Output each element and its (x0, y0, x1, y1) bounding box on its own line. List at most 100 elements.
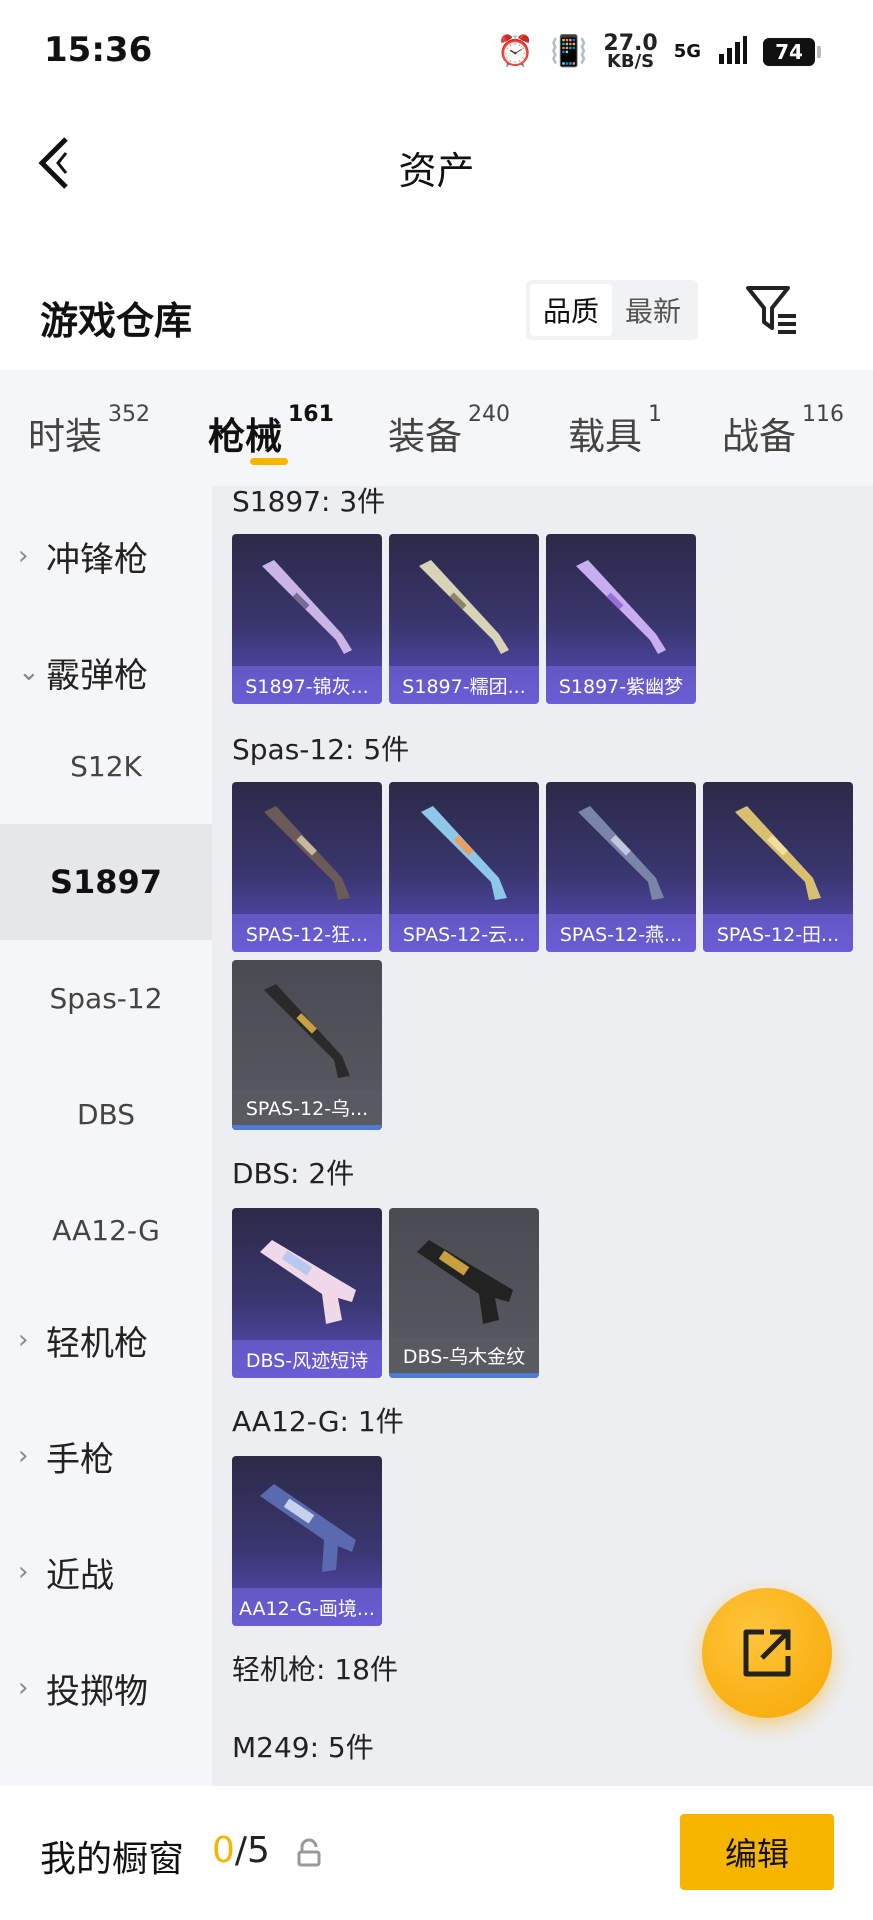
tab-count: 116 (802, 402, 844, 427)
sidebar-group-throwables[interactable]: › 投掷物 (0, 1658, 212, 1718)
sidebar-group-shotgun[interactable]: ⌄ 霰弹枪 (0, 642, 212, 702)
sidebar-item-spas12[interactable]: Spas-12 (0, 940, 212, 1056)
weapon-card[interactable]: SPAS-12-云... (389, 782, 539, 952)
speed-unit: KB/S (606, 50, 655, 72)
showcase-label: 我的橱窗 (40, 1839, 185, 1880)
tab-count: 352 (108, 402, 150, 427)
sidebar-group-label: 近战 (46, 1555, 114, 1596)
weapon-card[interactable]: S1897-锦灰... (232, 534, 382, 704)
tab-vehicles[interactable]: 载具1 (568, 402, 662, 460)
group-title: Spas-12: 5件 (232, 733, 410, 766)
network-type: 5G (673, 41, 701, 62)
showcase-used: 0 (212, 1830, 235, 1871)
shotgun-icon (264, 984, 350, 1078)
weapon-name: DBS-风迹短诗 (232, 1340, 382, 1378)
vibrate-icon: 📳 (550, 34, 588, 69)
weapon-card[interactable]: S1897-糯团... (389, 534, 539, 704)
tab-costume[interactable]: 时装352 (28, 402, 150, 460)
weapon-name: S1897-锦灰... (232, 666, 382, 704)
chevron-right-icon: › (18, 1441, 29, 1471)
shotgun-icon (421, 806, 507, 900)
edit-button[interactable]: 编辑 (680, 1814, 834, 1890)
battery-level: 74 (775, 40, 803, 64)
tab-label: 枪械 (208, 415, 282, 458)
sidebar-group-label: 霰弹枪 (46, 655, 148, 696)
showcase-total: 5 (247, 1830, 270, 1871)
sidebar-item-aa12g[interactable]: AA12-G (0, 1172, 212, 1288)
shotgun-icon (576, 560, 666, 654)
sidebar-group-label: 手枪 (46, 1439, 114, 1480)
category-tabs: 时装352 枪械161 装备240 载具1 战备116 (0, 370, 873, 486)
sort-toggle: 品质 最新 (526, 280, 698, 340)
tab-weapons[interactable]: 枪械161 (208, 402, 334, 460)
network-speed: 27.0 KB/S (603, 33, 657, 72)
status-time: 15:36 (44, 30, 153, 70)
weapon-name: SPAS-12-田... (703, 914, 853, 952)
signal-icon (717, 34, 747, 70)
tab-count: 1 (648, 402, 662, 427)
sidebar-item-dbs[interactable]: DBS (0, 1056, 212, 1172)
weapon-card[interactable]: S1897-紫幽梦 (546, 534, 696, 704)
sidebar-group-lmg[interactable]: › 轻机枪 (0, 1310, 212, 1370)
active-tab-indicator (250, 458, 288, 465)
tab-equipment[interactable]: 装备240 (388, 402, 510, 460)
shotgun-icon (262, 560, 352, 654)
chevron-right-icon: › (18, 541, 29, 571)
share-fab[interactable] (702, 1588, 832, 1718)
group-title: S1897: 3件 (232, 486, 386, 518)
group-title: 轻机枪: 18件 (232, 1653, 398, 1686)
shotgun-icon (417, 1240, 513, 1324)
sidebar-group-smg[interactable]: › 冲锋枪 (0, 526, 212, 586)
weapon-name: AA12-G-画境... (232, 1588, 382, 1626)
tab-label: 时装 (28, 415, 102, 458)
sort-quality[interactable]: 品质 (530, 284, 612, 336)
sidebar-item-s12k[interactable]: S12K (0, 708, 212, 824)
group-title: M249: 5件 (232, 1731, 374, 1764)
tab-supplies[interactable]: 战备116 (722, 402, 844, 460)
weapon-name: SPAS-12-狂... (232, 914, 382, 952)
weapon-card[interactable]: SPAS-12-狂... (232, 782, 382, 952)
weapon-card[interactable]: SPAS-12-乌... (232, 960, 382, 1130)
weapon-name: SPAS-12-燕... (546, 914, 696, 952)
shotgun-icon (419, 560, 509, 654)
shotgun-icon (264, 806, 350, 900)
group-title: AA12-G: 1件 (232, 1405, 404, 1438)
weapon-type-sidebar: › 冲锋枪 ⌄ 霰弹枪 S12K S1897 Spas-12 DBS AA12-G … (0, 486, 212, 1786)
weapon-card[interactable]: DBS-乌木金纹 (389, 1208, 539, 1378)
weapon-card[interactable]: SPAS-12-燕... (546, 782, 696, 952)
sidebar-group-melee[interactable]: › 近战 (0, 1542, 212, 1602)
weapon-name: SPAS-12-乌... (232, 1090, 382, 1130)
external-link-icon (743, 1629, 791, 1677)
chevron-right-icon: › (18, 1325, 29, 1355)
weapon-card[interactable]: SPAS-12-田... (703, 782, 853, 952)
filter-icon (746, 286, 796, 334)
chevron-right-icon: › (18, 1557, 29, 1587)
weapon-name: SPAS-12-云... (389, 914, 539, 952)
page-title: 资产 (398, 149, 475, 193)
weapon-name: DBS-乌木金纹 (389, 1338, 539, 1378)
warehouse-title: 游戏仓库 (40, 299, 193, 343)
sidebar-group-label: 冲锋枪 (46, 539, 148, 580)
chevron-right-icon: › (18, 1673, 29, 1703)
sidebar-item-s1897[interactable]: S1897 (0, 824, 212, 940)
weapon-name: S1897-糯团... (389, 666, 539, 704)
showcase-separator: / (234, 1830, 248, 1871)
lock-icon (296, 1838, 322, 1868)
weapon-card[interactable]: AA12-G-画境... (232, 1456, 382, 1626)
shotgun-icon (260, 1240, 356, 1324)
status-icons: ⏰ 📳 27.0 KB/S 5G 74 (497, 30, 821, 74)
status-bar: 15:36 ⏰ 📳 27.0 KB/S 5G 74 (0, 0, 873, 105)
sort-newest[interactable]: 最新 (612, 284, 694, 336)
tab-count: 161 (288, 402, 334, 427)
group-title: DBS: 2件 (232, 1157, 355, 1190)
sidebar-group-pistol[interactable]: › 手枪 (0, 1426, 212, 1486)
sidebar-group-label: 投掷物 (46, 1671, 148, 1712)
battery-icon: 74 (763, 38, 821, 66)
weapon-name: S1897-紫幽梦 (546, 666, 696, 704)
weapon-card[interactable]: DBS-风迹短诗 (232, 1208, 382, 1378)
tab-label: 装备 (388, 415, 462, 458)
chevron-down-icon: ⌄ (18, 657, 40, 687)
sidebar-group-label: 轻机枪 (46, 1323, 148, 1364)
filter-button[interactable] (744, 284, 800, 336)
shotgun-icon (735, 806, 821, 900)
